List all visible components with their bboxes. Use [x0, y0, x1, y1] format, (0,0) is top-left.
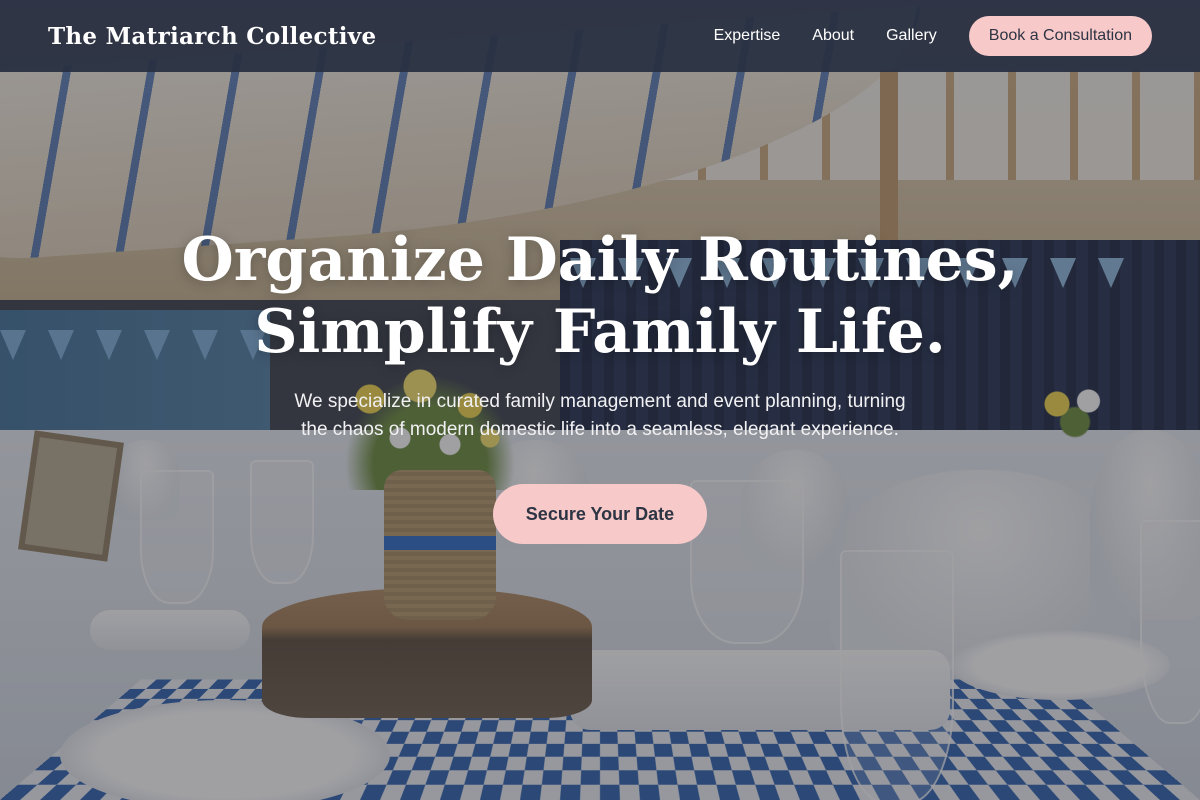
hero-title: Organize Daily Routines, Simplify Family…	[182, 224, 1019, 368]
page: The Matriarch Collective Expertise About…	[0, 0, 1200, 800]
secure-date-button[interactable]: Secure Your Date	[493, 484, 707, 544]
nav-link-about[interactable]: About	[812, 27, 854, 45]
hero-subtitle: We specialize in curated family manageme…	[294, 391, 906, 440]
hero-section: Organize Daily Routines, Simplify Family…	[0, 72, 1200, 800]
hero-title-line-1: Organize Daily Routines,	[181, 225, 1019, 295]
nav-link-expertise[interactable]: Expertise	[714, 27, 781, 45]
top-navbar: The Matriarch Collective Expertise About…	[0, 0, 1200, 72]
nav-link-gallery[interactable]: Gallery	[886, 27, 937, 45]
nav-links: Expertise About Gallery Book a Consultat…	[714, 16, 1152, 56]
hero-title-line-2: Simplify Family Life.	[254, 297, 946, 367]
book-consultation-button[interactable]: Book a Consultation	[968, 16, 1152, 56]
brand-logo[interactable]: The Matriarch Collective	[48, 23, 376, 50]
